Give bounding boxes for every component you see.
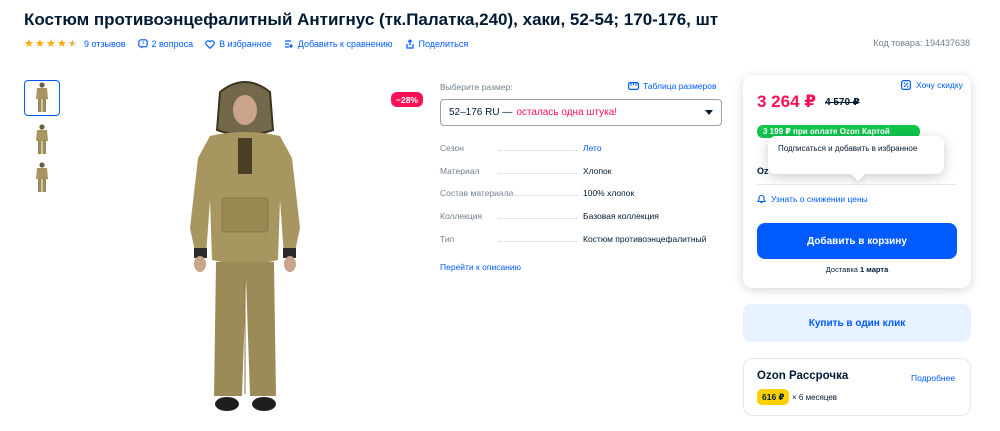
suit-thumbnail-image (36, 82, 48, 112)
buy-one-click-button[interactable]: Купить в один клик (743, 304, 971, 342)
bell-icon (757, 194, 766, 204)
installment-months: × 6 месяцев (792, 393, 838, 402)
spec-row: Сезон Лето (440, 143, 722, 153)
spec-row: Тип Костюм противоэнцефалитный (440, 234, 722, 244)
spec-value: 100% хлопок (583, 188, 635, 198)
gallery-thumbnail[interactable] (24, 160, 60, 196)
card-divider (757, 184, 957, 185)
star-icon: ★ (57, 38, 67, 50)
spec-key: Состав материала (440, 188, 583, 198)
installment-title: Ozon Рассрочка (757, 370, 849, 382)
discount-tag-icon (901, 80, 911, 90)
want-discount-link[interactable]: Хочу скидку (901, 80, 963, 90)
spec-key: Материал (440, 166, 583, 176)
size-table-link[interactable]: Таблица размеров (628, 81, 717, 91)
size-select[interactable]: 52–176 RU — осталась одна штука! (440, 99, 722, 126)
size-selected-value: 52–176 RU — (449, 107, 513, 118)
spec-value: Костюм противоэнцефалитный (583, 234, 707, 244)
price-drop-alert-link[interactable]: Узнать о снижении цены (757, 194, 868, 204)
spec-value-link[interactable]: Лето (583, 143, 602, 153)
share-link[interactable]: Поделиться (405, 39, 468, 49)
suit-thumbnail-image (36, 162, 48, 192)
star-half-icon: ★ (68, 38, 78, 50)
suit-thumbnail-image (36, 124, 48, 154)
gallery-thumbnail[interactable] (24, 80, 60, 116)
size-stock-note: осталась одна штука! (516, 107, 618, 118)
add-to-compare-link[interactable]: Добавить к сравнению (284, 39, 393, 49)
product-main-image[interactable] (180, 78, 310, 418)
ruler-icon (628, 82, 639, 90)
spec-key: Тип (440, 234, 583, 244)
go-to-description-link[interactable]: Перейти к описанию (440, 262, 521, 272)
product-sku: Код товара: 194437638 (873, 38, 970, 48)
compare-icon (284, 40, 293, 48)
spec-value: Базовая коллекция (583, 211, 659, 221)
heart-icon (205, 39, 215, 49)
delivery-date: 1 марта (860, 265, 889, 274)
product-info-row: ★ ★ ★ ★ ★ 9 отзывов ? 2 вопроса В избран… (24, 38, 480, 50)
discount-badge: −28% (391, 92, 423, 107)
spec-key: Коллекция (440, 211, 583, 221)
old-price: 4 570 ₽ (825, 97, 860, 108)
installment-card[interactable] (743, 358, 971, 416)
star-icon: ★ (46, 38, 56, 50)
favorites-tooltip: Подписаться и добавить в избранное (768, 136, 944, 174)
installment-amount-badge: 616 ₽ (757, 389, 790, 405)
spec-row: Коллекция Базовая коллекция (440, 211, 722, 221)
add-to-cart-button[interactable]: Добавить в корзину (757, 223, 957, 259)
rating-stars[interactable]: ★ ★ ★ ★ ★ (24, 38, 78, 50)
spec-value: Хлопок (583, 166, 612, 176)
svg-text:?: ? (141, 42, 144, 48)
star-icon: ★ (35, 38, 45, 50)
share-icon (405, 39, 414, 49)
spec-row: Материал Хлопок (440, 166, 722, 176)
star-icon: ★ (24, 38, 34, 50)
delivery-info: Доставка 1 марта (825, 265, 889, 274)
installment-more-link[interactable]: Подробнее (911, 373, 955, 383)
size-label: Выберите размер: (440, 82, 513, 92)
current-price: 3 264 ₽ (757, 92, 817, 111)
chevron-down-icon (705, 110, 713, 115)
reviews-link[interactable]: 9 отзывов (84, 39, 126, 49)
product-title: Костюм противоэнцефалитный Антигнус (тк.… (24, 10, 719, 29)
obscured-text: Oz (757, 166, 769, 176)
spec-key: Сезон (440, 143, 583, 153)
gallery-thumbnail[interactable] (24, 122, 60, 158)
question-bubble-icon: ? (137, 39, 148, 49)
questions-link[interactable]: ? 2 вопроса (137, 39, 193, 49)
spec-row: Состав материала 100% хлопок (440, 188, 722, 198)
add-to-favorites-link[interactable]: В избранное (205, 39, 272, 49)
